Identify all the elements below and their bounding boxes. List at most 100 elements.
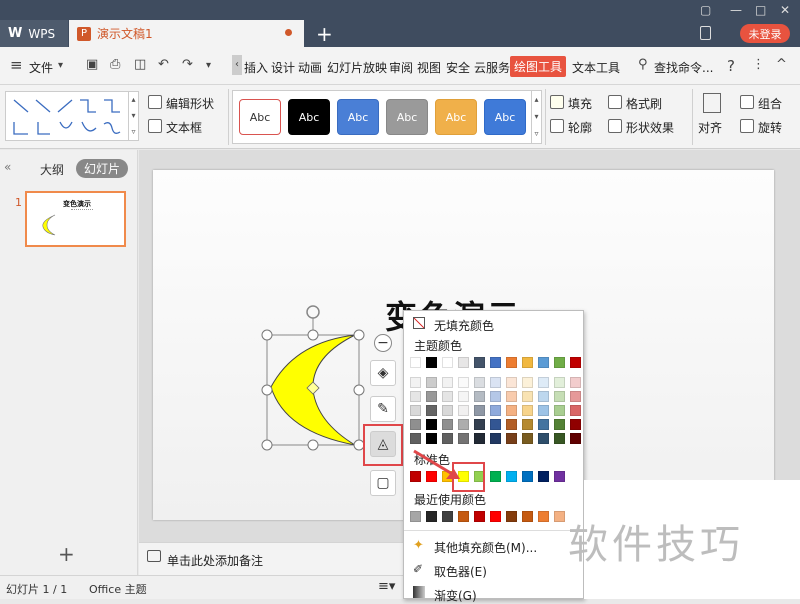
- theme-shade-swatch[interactable]: [458, 377, 469, 388]
- theme-shade-swatch[interactable]: [538, 391, 549, 402]
- hamburger-icon[interactable]: ≡: [10, 56, 23, 74]
- theme-shade-swatch[interactable]: [442, 419, 453, 430]
- standard-color-swatch[interactable]: [554, 471, 565, 482]
- maximize-button[interactable]: □: [755, 3, 766, 17]
- menu-security[interactable]: 安全: [446, 59, 470, 76]
- theme-shade-swatch[interactable]: [506, 405, 517, 416]
- theme-shade-swatch[interactable]: [410, 405, 421, 416]
- theme-shade-swatch[interactable]: [458, 419, 469, 430]
- standard-color-swatch[interactable]: [490, 471, 501, 482]
- theme-shade-swatch[interactable]: [490, 405, 501, 416]
- recent-color-swatch[interactable]: [490, 511, 501, 522]
- theme-shade-swatch[interactable]: [490, 377, 501, 388]
- theme-shade-swatch[interactable]: [410, 377, 421, 388]
- shape-style-option[interactable]: Abc: [239, 99, 281, 135]
- theme-shade-swatch[interactable]: [474, 433, 485, 444]
- recent-color-swatch[interactable]: [410, 511, 421, 522]
- print-icon[interactable]: ⎙: [110, 57, 120, 72]
- theme-shade-swatch[interactable]: [570, 433, 581, 444]
- theme-shade-swatch[interactable]: [458, 391, 469, 402]
- gradient-option[interactable]: 渐变(G): [434, 587, 477, 604]
- theme-shade-swatch[interactable]: [570, 391, 581, 402]
- menu-insert[interactable]: 插入: [244, 59, 268, 76]
- rotate-button[interactable]: 旋转: [758, 119, 782, 136]
- redo-icon[interactable]: ↷: [182, 57, 193, 72]
- theme-shade-swatch[interactable]: [522, 391, 533, 402]
- recent-color-swatch[interactable]: [426, 511, 437, 522]
- theme-shade-swatch[interactable]: [442, 377, 453, 388]
- tablet-mode-icon[interactable]: [700, 26, 711, 40]
- theme-shade-swatch[interactable]: [506, 419, 517, 430]
- theme-shade-swatch[interactable]: [442, 391, 453, 402]
- shape-frame-button[interactable]: ▢: [370, 470, 396, 496]
- help-icon[interactable]: ?: [727, 57, 735, 75]
- menu-animation[interactable]: 动画: [298, 59, 322, 76]
- theme-color-swatch[interactable]: [426, 357, 437, 368]
- theme-color-swatch[interactable]: [490, 357, 501, 368]
- collapse-float-icon[interactable]: −: [374, 334, 392, 352]
- theme-shade-swatch[interactable]: [490, 433, 501, 444]
- theme-shade-swatch[interactable]: [538, 419, 549, 430]
- menu-design[interactable]: 设计: [271, 59, 295, 76]
- theme-shade-swatch[interactable]: [426, 405, 437, 416]
- theme-shade-swatch[interactable]: [426, 419, 437, 430]
- theme-shade-swatch[interactable]: [426, 391, 437, 402]
- recent-color-swatch[interactable]: [506, 511, 517, 522]
- theme-color-swatch[interactable]: [458, 357, 469, 368]
- theme-shade-swatch[interactable]: [522, 377, 533, 388]
- shape-style-option[interactable]: Abc: [337, 99, 379, 135]
- wps-home-tab[interactable]: W WPS: [0, 20, 68, 47]
- theme-color-swatch[interactable]: [442, 357, 453, 368]
- theme-color-swatch[interactable]: [410, 357, 421, 368]
- minimize-button[interactable]: —: [730, 3, 742, 17]
- theme-shade-swatch[interactable]: [538, 433, 549, 444]
- theme-shade-swatch[interactable]: [490, 419, 501, 430]
- scroll-left-icon[interactable]: ‹: [232, 55, 242, 75]
- close-window-button[interactable]: ✕: [780, 3, 790, 17]
- styles-scroll-icon[interactable]: ▴ ▾ ▿: [531, 91, 541, 143]
- theme-color-swatch[interactable]: [474, 357, 485, 368]
- notes-placeholder[interactable]: 单击此处添加备注: [167, 552, 263, 569]
- theme-color-swatch[interactable]: [554, 357, 565, 368]
- theme-color-swatch[interactable]: [522, 357, 533, 368]
- menu-text-tools[interactable]: 文本工具: [572, 59, 620, 76]
- theme-color-swatch[interactable]: [506, 357, 517, 368]
- unsaved-dot-icon[interactable]: [285, 29, 292, 36]
- theme-shade-swatch[interactable]: [506, 377, 517, 388]
- theme-shade-swatch[interactable]: [490, 391, 501, 402]
- theme-shade-swatch[interactable]: [410, 419, 421, 430]
- group-button[interactable]: 组合: [758, 95, 782, 112]
- login-button[interactable]: 未登录: [740, 24, 790, 43]
- theme-shade-swatch[interactable]: [506, 391, 517, 402]
- theme-shade-swatch[interactable]: [522, 405, 533, 416]
- theme-shade-swatch[interactable]: [570, 377, 581, 388]
- shape-style-option[interactable]: Abc: [386, 99, 428, 135]
- theme-shade-swatch[interactable]: [570, 405, 581, 416]
- add-slide-button[interactable]: +: [58, 542, 75, 566]
- tab-slides[interactable]: 幻灯片: [76, 159, 128, 178]
- recent-color-swatch[interactable]: [442, 511, 453, 522]
- theme-shade-swatch[interactable]: [458, 405, 469, 416]
- theme-color-swatch[interactable]: [570, 357, 581, 368]
- shape-style-option[interactable]: Abc: [435, 99, 477, 135]
- standard-color-swatch[interactable]: [538, 471, 549, 482]
- shape-style-option[interactable]: Abc: [484, 99, 526, 135]
- collapse-ribbon-icon[interactable]: ^: [776, 57, 787, 72]
- gallery-scroll-icon[interactable]: ▴ ▾ ▿: [128, 92, 138, 140]
- menu-slideshow[interactable]: 幻灯片放映: [327, 59, 387, 76]
- theme-shade-swatch[interactable]: [426, 377, 437, 388]
- menu-drawing-tools[interactable]: 绘图工具: [510, 56, 567, 77]
- theme-shade-swatch[interactable]: [474, 405, 485, 416]
- theme-shade-swatch[interactable]: [554, 377, 565, 388]
- moon-shape[interactable]: [255, 302, 375, 452]
- theme-shade-swatch[interactable]: [554, 433, 565, 444]
- new-tab-button[interactable]: +: [316, 22, 333, 46]
- shape-gallery[interactable]: ▴ ▾ ▿: [5, 91, 139, 141]
- theme-shade-swatch[interactable]: [426, 433, 437, 444]
- menu-cloud[interactable]: 云服务: [474, 59, 510, 76]
- shape-effects-button[interactable]: 形状效果: [626, 119, 674, 136]
- fill-button[interactable]: 填充: [568, 95, 592, 112]
- theme-shade-swatch[interactable]: [410, 433, 421, 444]
- theme-shade-swatch[interactable]: [442, 405, 453, 416]
- chevron-down-icon[interactable]: ▾: [58, 60, 63, 71]
